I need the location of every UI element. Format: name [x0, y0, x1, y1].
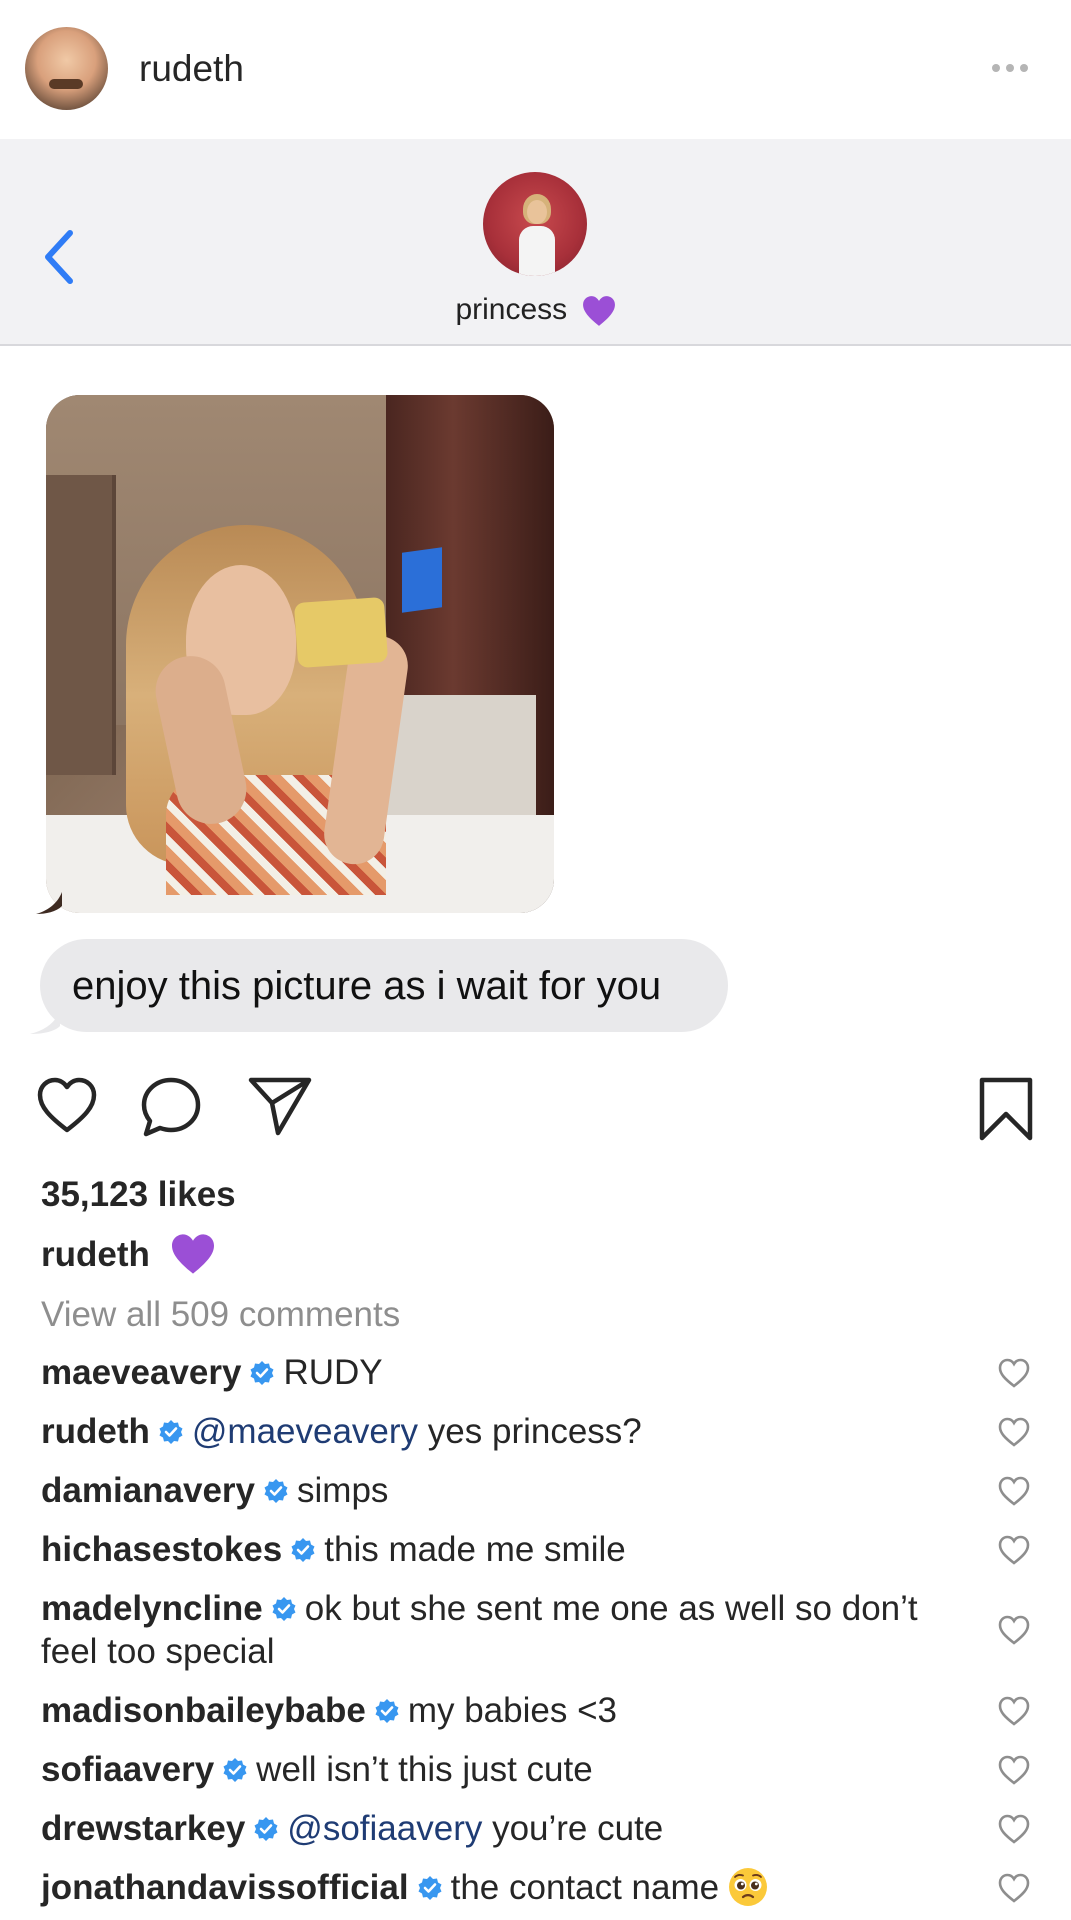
bookmark-icon[interactable] — [978, 1076, 1034, 1142]
comment-like-heart-icon[interactable] — [997, 1357, 1031, 1389]
verified-badge-icon — [418, 1875, 442, 1900]
comment-text: this made me smile — [324, 1530, 626, 1569]
message-text: enjoy this picture as i wait for you — [72, 964, 662, 1008]
comment-item: hichasestokes this made me smile — [41, 1528, 1041, 1571]
action-bar — [0, 1076, 1071, 1146]
comment-username[interactable]: rudeth — [41, 1412, 150, 1451]
comment-mention[interactable]: @sofiaavery — [287, 1809, 482, 1848]
purple-heart-icon — [171, 1234, 214, 1274]
comment-like-heart-icon[interactable] — [997, 1416, 1031, 1448]
comment-text: the contact name — [450, 1868, 720, 1907]
comment-text: you’re cute — [482, 1809, 664, 1848]
comment-item: jonathandavissofficial the contact name — [41, 1866, 1041, 1909]
comment-like-heart-icon[interactable] — [997, 1614, 1031, 1646]
comment-username[interactable]: maeveavery — [41, 1353, 241, 1392]
verified-badge-icon — [159, 1419, 183, 1444]
avatar-mustache — [49, 79, 83, 89]
likes-count[interactable]: 35,123 likes — [41, 1175, 236, 1215]
verified-badge-icon — [291, 1537, 315, 1562]
comment-bubble-icon[interactable] — [140, 1076, 202, 1138]
comment-item: madisonbaileybabe my babies <3 — [41, 1689, 1041, 1732]
avatar[interactable] — [25, 27, 108, 110]
post-header: rudeth — [0, 0, 1071, 139]
comment-username[interactable]: jonathandavissofficial — [41, 1868, 409, 1907]
caption: rudeth — [41, 1234, 216, 1275]
verified-badge-icon — [254, 1816, 278, 1841]
comment-username[interactable]: madelyncline — [41, 1589, 263, 1628]
comment-mention[interactable]: @maeveavery — [192, 1412, 418, 1451]
contact-name: princess — [0, 293, 1071, 327]
comment-item: madelyncline ok but she sent me one as we… — [41, 1587, 1041, 1673]
comment-username[interactable]: hichasestokes — [41, 1530, 282, 1569]
header-username[interactable]: rudeth — [139, 48, 244, 90]
bubble-tail-icon — [36, 892, 62, 914]
comment-text: yes princess? — [418, 1412, 642, 1451]
verified-badge-icon — [264, 1478, 288, 1503]
heart-outline-icon[interactable] — [36, 1076, 98, 1134]
comment-like-heart-icon[interactable] — [997, 1754, 1031, 1786]
comment-like-heart-icon[interactable] — [997, 1534, 1031, 1566]
paper-plane-icon[interactable] — [248, 1076, 312, 1136]
comment-like-heart-icon[interactable] — [997, 1475, 1031, 1507]
comment-text: RUDY — [283, 1353, 383, 1392]
purple-heart-icon — [582, 296, 615, 326]
comment-item: sofiaavery well isn’t this just cute — [41, 1748, 1041, 1791]
comments-list: maeveavery RUDY rudeth @maeveavery yes pri… — [41, 1351, 1041, 1920]
comment-username[interactable]: damianavery — [41, 1471, 255, 1510]
comment-like-heart-icon[interactable] — [997, 1872, 1031, 1904]
caption-username[interactable]: rudeth — [41, 1235, 150, 1274]
view-all-comments-link[interactable]: View all 509 comments — [41, 1295, 400, 1335]
comment-item: damianavery simps — [41, 1469, 1041, 1512]
comment-item: maeveavery RUDY — [41, 1351, 1041, 1394]
contact-avatar — [483, 172, 587, 276]
verified-badge-icon — [250, 1360, 274, 1385]
contact-name-text: princess — [455, 293, 568, 326]
comment-item: drewstarkey @sofiaavery you’re cute — [41, 1807, 1041, 1850]
more-options-icon[interactable] — [992, 64, 1028, 72]
verified-badge-icon — [223, 1757, 247, 1782]
chat-header: princess — [0, 139, 1071, 346]
comment-text: my babies <3 — [407, 1691, 617, 1730]
verified-badge-icon — [272, 1596, 296, 1621]
chevron-left-icon — [45, 230, 73, 284]
bubble-tail-icon — [30, 1010, 60, 1034]
pleading-face-icon — [729, 1867, 768, 1906]
comment-like-heart-icon[interactable] — [997, 1813, 1031, 1845]
comment-username[interactable]: madisonbaileybabe — [41, 1691, 366, 1730]
verified-badge-icon — [375, 1698, 399, 1723]
comment-like-heart-icon[interactable] — [997, 1695, 1031, 1727]
comment-item: rudeth @maeveavery yes princess? — [41, 1410, 1041, 1453]
comment-username[interactable]: drewstarkey — [41, 1809, 245, 1848]
comment-username[interactable]: sofiaavery — [41, 1750, 214, 1789]
comment-text: simps — [297, 1471, 389, 1510]
comment-text: well isn’t this just cute — [256, 1750, 593, 1789]
message-bubble: enjoy this picture as i wait for you — [40, 939, 728, 1032]
photo-message — [46, 395, 554, 913]
